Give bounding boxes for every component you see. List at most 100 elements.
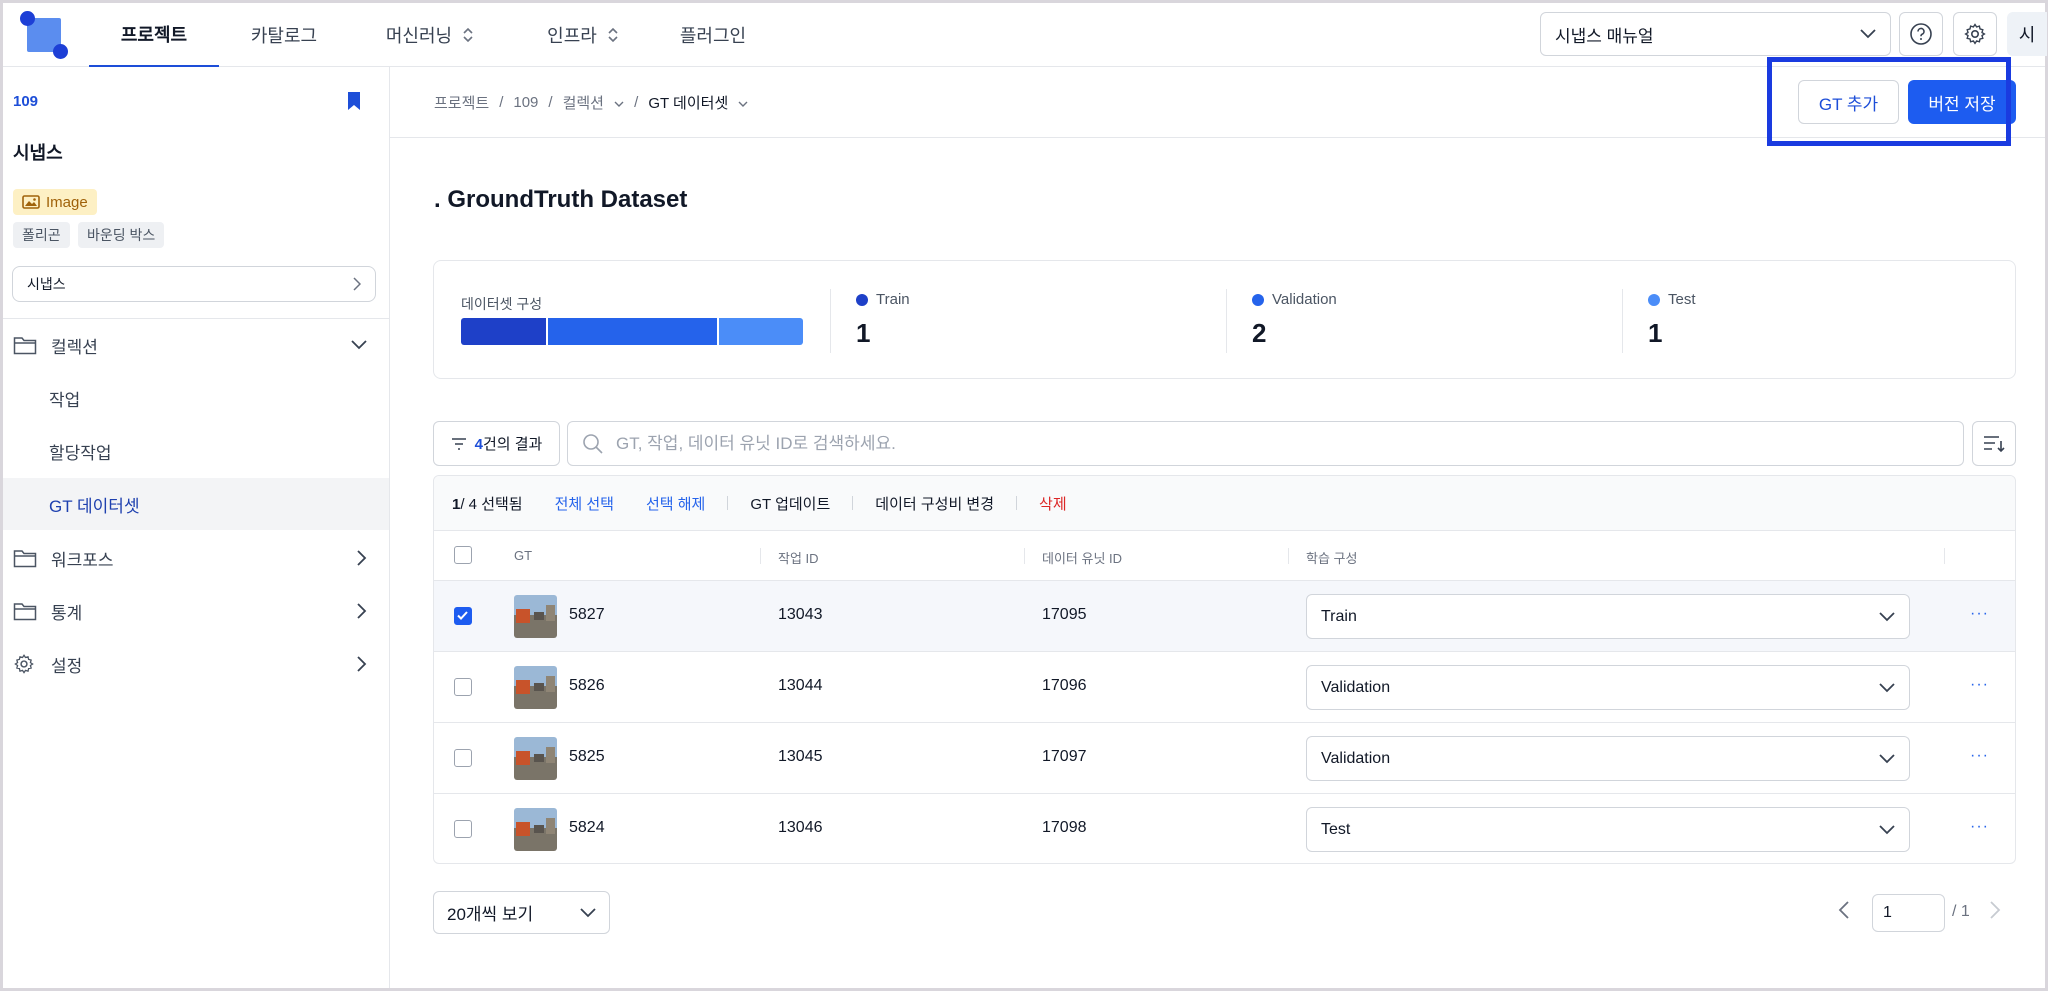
app-logo[interactable] [17,8,73,60]
nav-tab-catalog[interactable]: 카탈로그 [219,3,349,67]
column-split: 학습 구성 [1306,551,1358,566]
chevron-right-icon [357,603,367,619]
breadcrumb-separator: / [548,94,553,111]
thumbnail-image[interactable] [514,808,557,851]
settings-button[interactable] [1953,12,1997,56]
search-input[interactable] [616,433,1949,454]
row-checkbox[interactable] [454,820,472,838]
row-checkbox[interactable] [454,678,472,696]
sidebar-item-tasks[interactable]: 작업 [3,372,389,424]
delete-button[interactable]: 삭제 [1039,493,1067,514]
composition-segment [718,318,803,345]
nav-tab-ml[interactable]: 머신러닝 [355,3,505,67]
chevron-down-icon [1860,29,1876,39]
select-all-button[interactable]: 전체 선택 [555,493,614,514]
help-button[interactable] [1899,12,1943,56]
split-select[interactable]: Train [1306,594,1910,639]
stat-test: Test 1 [1648,291,1696,348]
split-select[interactable]: Test [1306,807,1910,852]
gt-table: 1/ 4 선택됨 전체 선택 선택 해제 GT 업데이트 데이터 구성비 변경 … [433,475,2016,864]
task-id: 13043 [778,606,823,623]
help-icon [1910,23,1932,45]
breadcrumb-collection[interactable]: 컬렉션 [563,92,625,113]
image-icon [22,195,40,209]
sidebar-item-assignments[interactable]: 할당작업 [3,425,389,477]
sidebar-item-stats[interactable]: 통계 [3,585,389,637]
dot-icon [856,293,868,306]
column-task-id: 작업 ID [778,551,819,566]
table-row[interactable]: 5825 13045 17097 Validation ··· [434,723,2015,794]
project-name: 시냅스 [13,143,63,163]
composition-card: 데이터셋 구성 Train 1 Validation 2 Test 1 [433,260,2016,379]
more-icon[interactable]: ··· [1970,605,1989,623]
gt-update-button[interactable]: GT 업데이트 [750,493,830,514]
chevron-down-icon [738,101,748,107]
page-size-select[interactable]: 20개씩 보기 [433,891,610,934]
sidebar-item-workforce[interactable]: 워크포스 [3,532,389,584]
column-unit-id: 데이터 유닛 ID [1042,551,1123,566]
chevron-down-icon [1879,611,1895,621]
dot-icon [1648,293,1660,306]
more-icon[interactable]: ··· [1970,676,1989,694]
select-all-checkbox[interactable] [454,546,472,564]
chevron-updown-icon [608,27,618,43]
selection-action-bar: 1/ 4 선택됨 전체 선택 선택 해제 GT 업데이트 데이터 구성비 변경 … [434,476,2015,531]
breadcrumb-separator: / [634,94,639,111]
composition-label: 데이터셋 구성 [461,296,543,312]
data-type-badge: Image [13,189,97,215]
unit-id: 17095 [1042,606,1087,623]
table-header: GT 작업 ID 데이터 유닛 ID 학습 구성 [434,531,2015,581]
more-icon[interactable]: ··· [1970,818,1989,836]
tenant-select[interactable]: 시냅스 [12,266,376,302]
search-field[interactable] [567,421,1964,466]
sidebar: 109 시냅스 Image 폴리곤 바운딩 박스 시냅스 컬렉션 작업 할당작업… [3,67,390,988]
prev-page-icon[interactable] [1838,901,1850,919]
sort-icon [1984,435,2005,452]
total-pages: / 1 [1952,903,1970,920]
nav-tab-infra[interactable]: 인프라 [523,3,643,67]
dot-icon [1252,293,1264,306]
table-row[interactable]: 5824 13046 17098 Test ··· [434,794,2015,863]
filter-button[interactable]: 4건의 결과 [433,421,560,466]
thumbnail-image[interactable] [514,666,557,709]
gear-icon [1964,23,1986,45]
breadcrumb-project[interactable]: 프로젝트 [434,92,489,113]
page-number-input[interactable]: 1 [1872,894,1945,932]
deselect-button[interactable]: 선택 해제 [646,493,705,514]
check-icon [457,611,468,620]
manual-select[interactable]: 시냅스 매뉴얼 [1540,12,1891,56]
chevron-down-icon [1879,682,1895,692]
search-icon [583,433,603,454]
chevron-updown-icon [463,27,473,43]
unit-id: 17096 [1042,677,1087,694]
row-checkbox[interactable] [454,607,472,625]
split-select[interactable]: Validation [1306,665,1910,710]
chevron-down-icon [614,101,624,107]
bookmark-icon[interactable] [345,91,363,116]
sidebar-item-collection[interactable]: 컬렉션 [3,319,389,371]
split-select[interactable]: Validation [1306,736,1910,781]
sort-button[interactable] [1972,421,2016,466]
more-icon[interactable]: ··· [1970,747,1989,765]
chevron-down-icon [1879,753,1895,763]
row-checkbox[interactable] [454,749,472,767]
next-page-icon[interactable] [1989,901,2001,919]
change-ratio-button[interactable]: 데이터 구성비 변경 [875,493,994,514]
breadcrumb: 프로젝트 / 109 / 컬렉션 / GT 데이터셋 [434,92,748,113]
nav-tab-project[interactable]: 프로젝트 [89,3,219,67]
table-row[interactable]: 5826 13044 17096 Validation ··· [434,652,2015,723]
highlight-box [1767,57,2011,146]
breadcrumb-project-id[interactable]: 109 [513,94,538,111]
chevron-right-icon [357,550,367,566]
annotation-chip: 바운딩 박스 [78,222,165,248]
composition-bar [461,318,803,345]
nav-tab-plugin[interactable]: 플러그인 [653,3,773,67]
composition-segment [461,318,546,345]
thumbnail-image[interactable] [514,595,557,638]
sidebar-item-gt-dataset[interactable]: GT 데이터셋 [3,478,389,530]
breadcrumb-gt-dataset[interactable]: GT 데이터셋 [648,92,748,113]
thumbnail-image[interactable] [514,737,557,780]
sidebar-item-settings[interactable]: 설정 [3,638,389,690]
avatar[interactable]: 시 [2007,12,2047,56]
table-row[interactable]: 5827 13043 17095 Train ··· [434,581,2015,652]
